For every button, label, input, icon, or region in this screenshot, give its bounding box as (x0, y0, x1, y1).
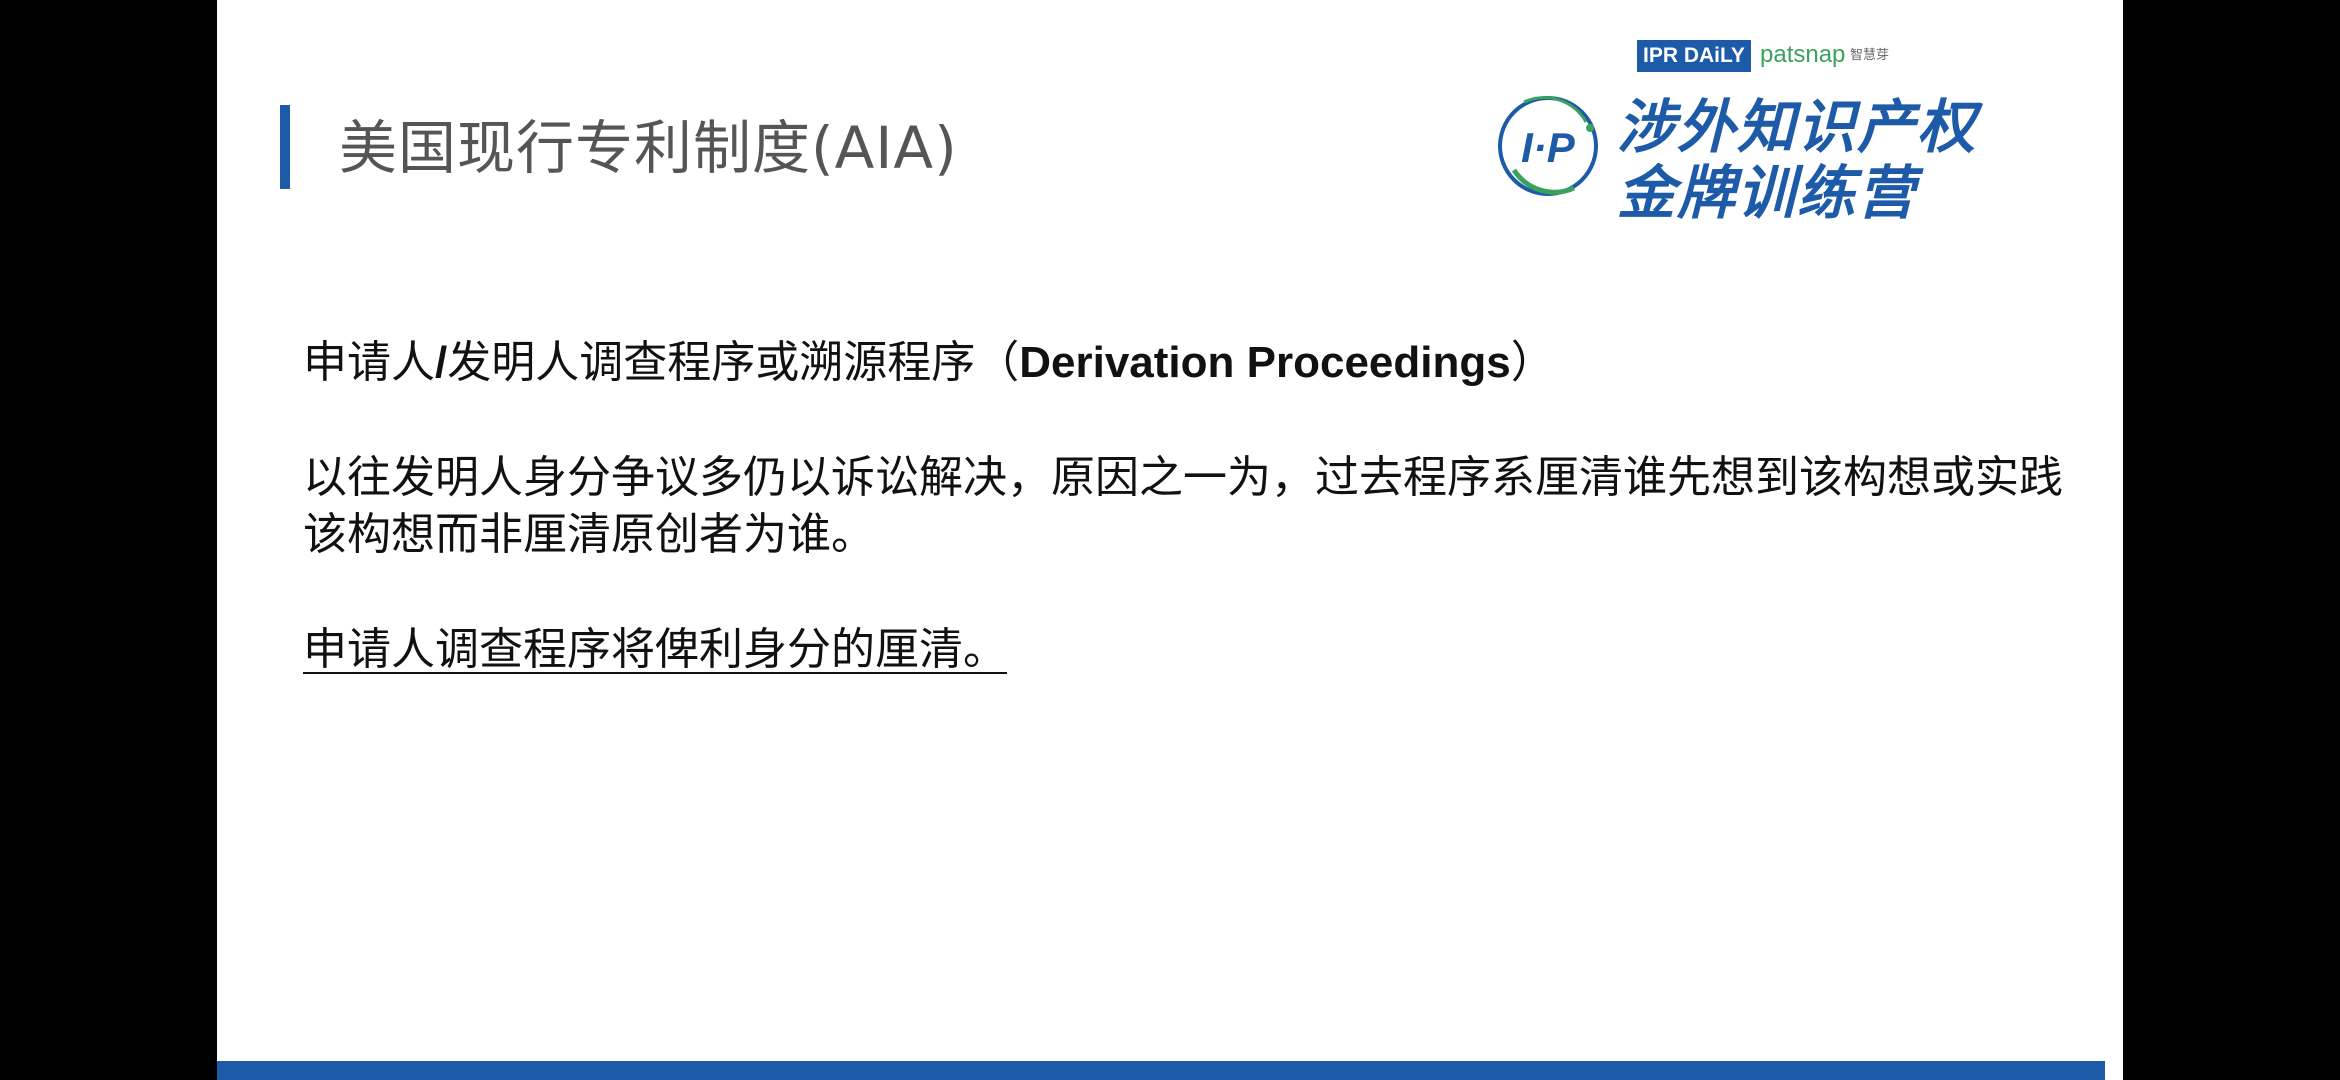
paragraph-derivation: 申请人/发明人调查程序或溯源程序（Derivation Proceedings） (303, 334, 2093, 391)
patsnap-cn-text: 智慧芽 (1850, 48, 1890, 63)
paragraph-1-prefix: 申请人 (303, 337, 435, 388)
ipr-daily-logo: IPR DAiLY (1637, 40, 1751, 72)
camp-title-line-1: 涉外知识产权 (1617, 93, 1978, 161)
paragraph-conclusion: 申请人调查程序将俾利身分的厘清。 (303, 624, 1007, 675)
paragraph-1-english: Derivation Proceedings (1019, 338, 1511, 387)
paragraph-1-slash: / (435, 338, 448, 387)
title-accent-bar (280, 105, 290, 189)
ip-logo-icon: I·P (1498, 96, 1598, 196)
paragraph-history: 以往发明人身分争议多仍以诉讼解决，原因之一为，过去程序系厘清谁先想到该构想或实践… (303, 452, 2063, 560)
presentation-slide: 美国现行专利制度(AIA) IPR DAiLY patsnap 智慧芽 I·P … (217, 0, 2123, 1080)
slide-title: 美国现行专利制度(AIA) (339, 114, 958, 182)
ip-logo-text: I·P (1521, 124, 1576, 171)
screen: 美国现行专利制度(AIA) IPR DAiLY patsnap 智慧芽 I·P … (0, 0, 2340, 1080)
slide-content: 申请人/发明人调查程序或溯源程序（Derivation Proceedings）… (303, 334, 2093, 678)
patsnap-logo: patsnap (1760, 41, 1846, 68)
bottom-accent-bar (217, 1061, 2105, 1080)
camp-title-line-2: 金牌训练营 (1617, 159, 1918, 227)
paragraph-1-suffix: ） (1510, 337, 1555, 388)
paragraph-1-middle: 发明人调查程序或溯源程序（ (447, 337, 1020, 388)
